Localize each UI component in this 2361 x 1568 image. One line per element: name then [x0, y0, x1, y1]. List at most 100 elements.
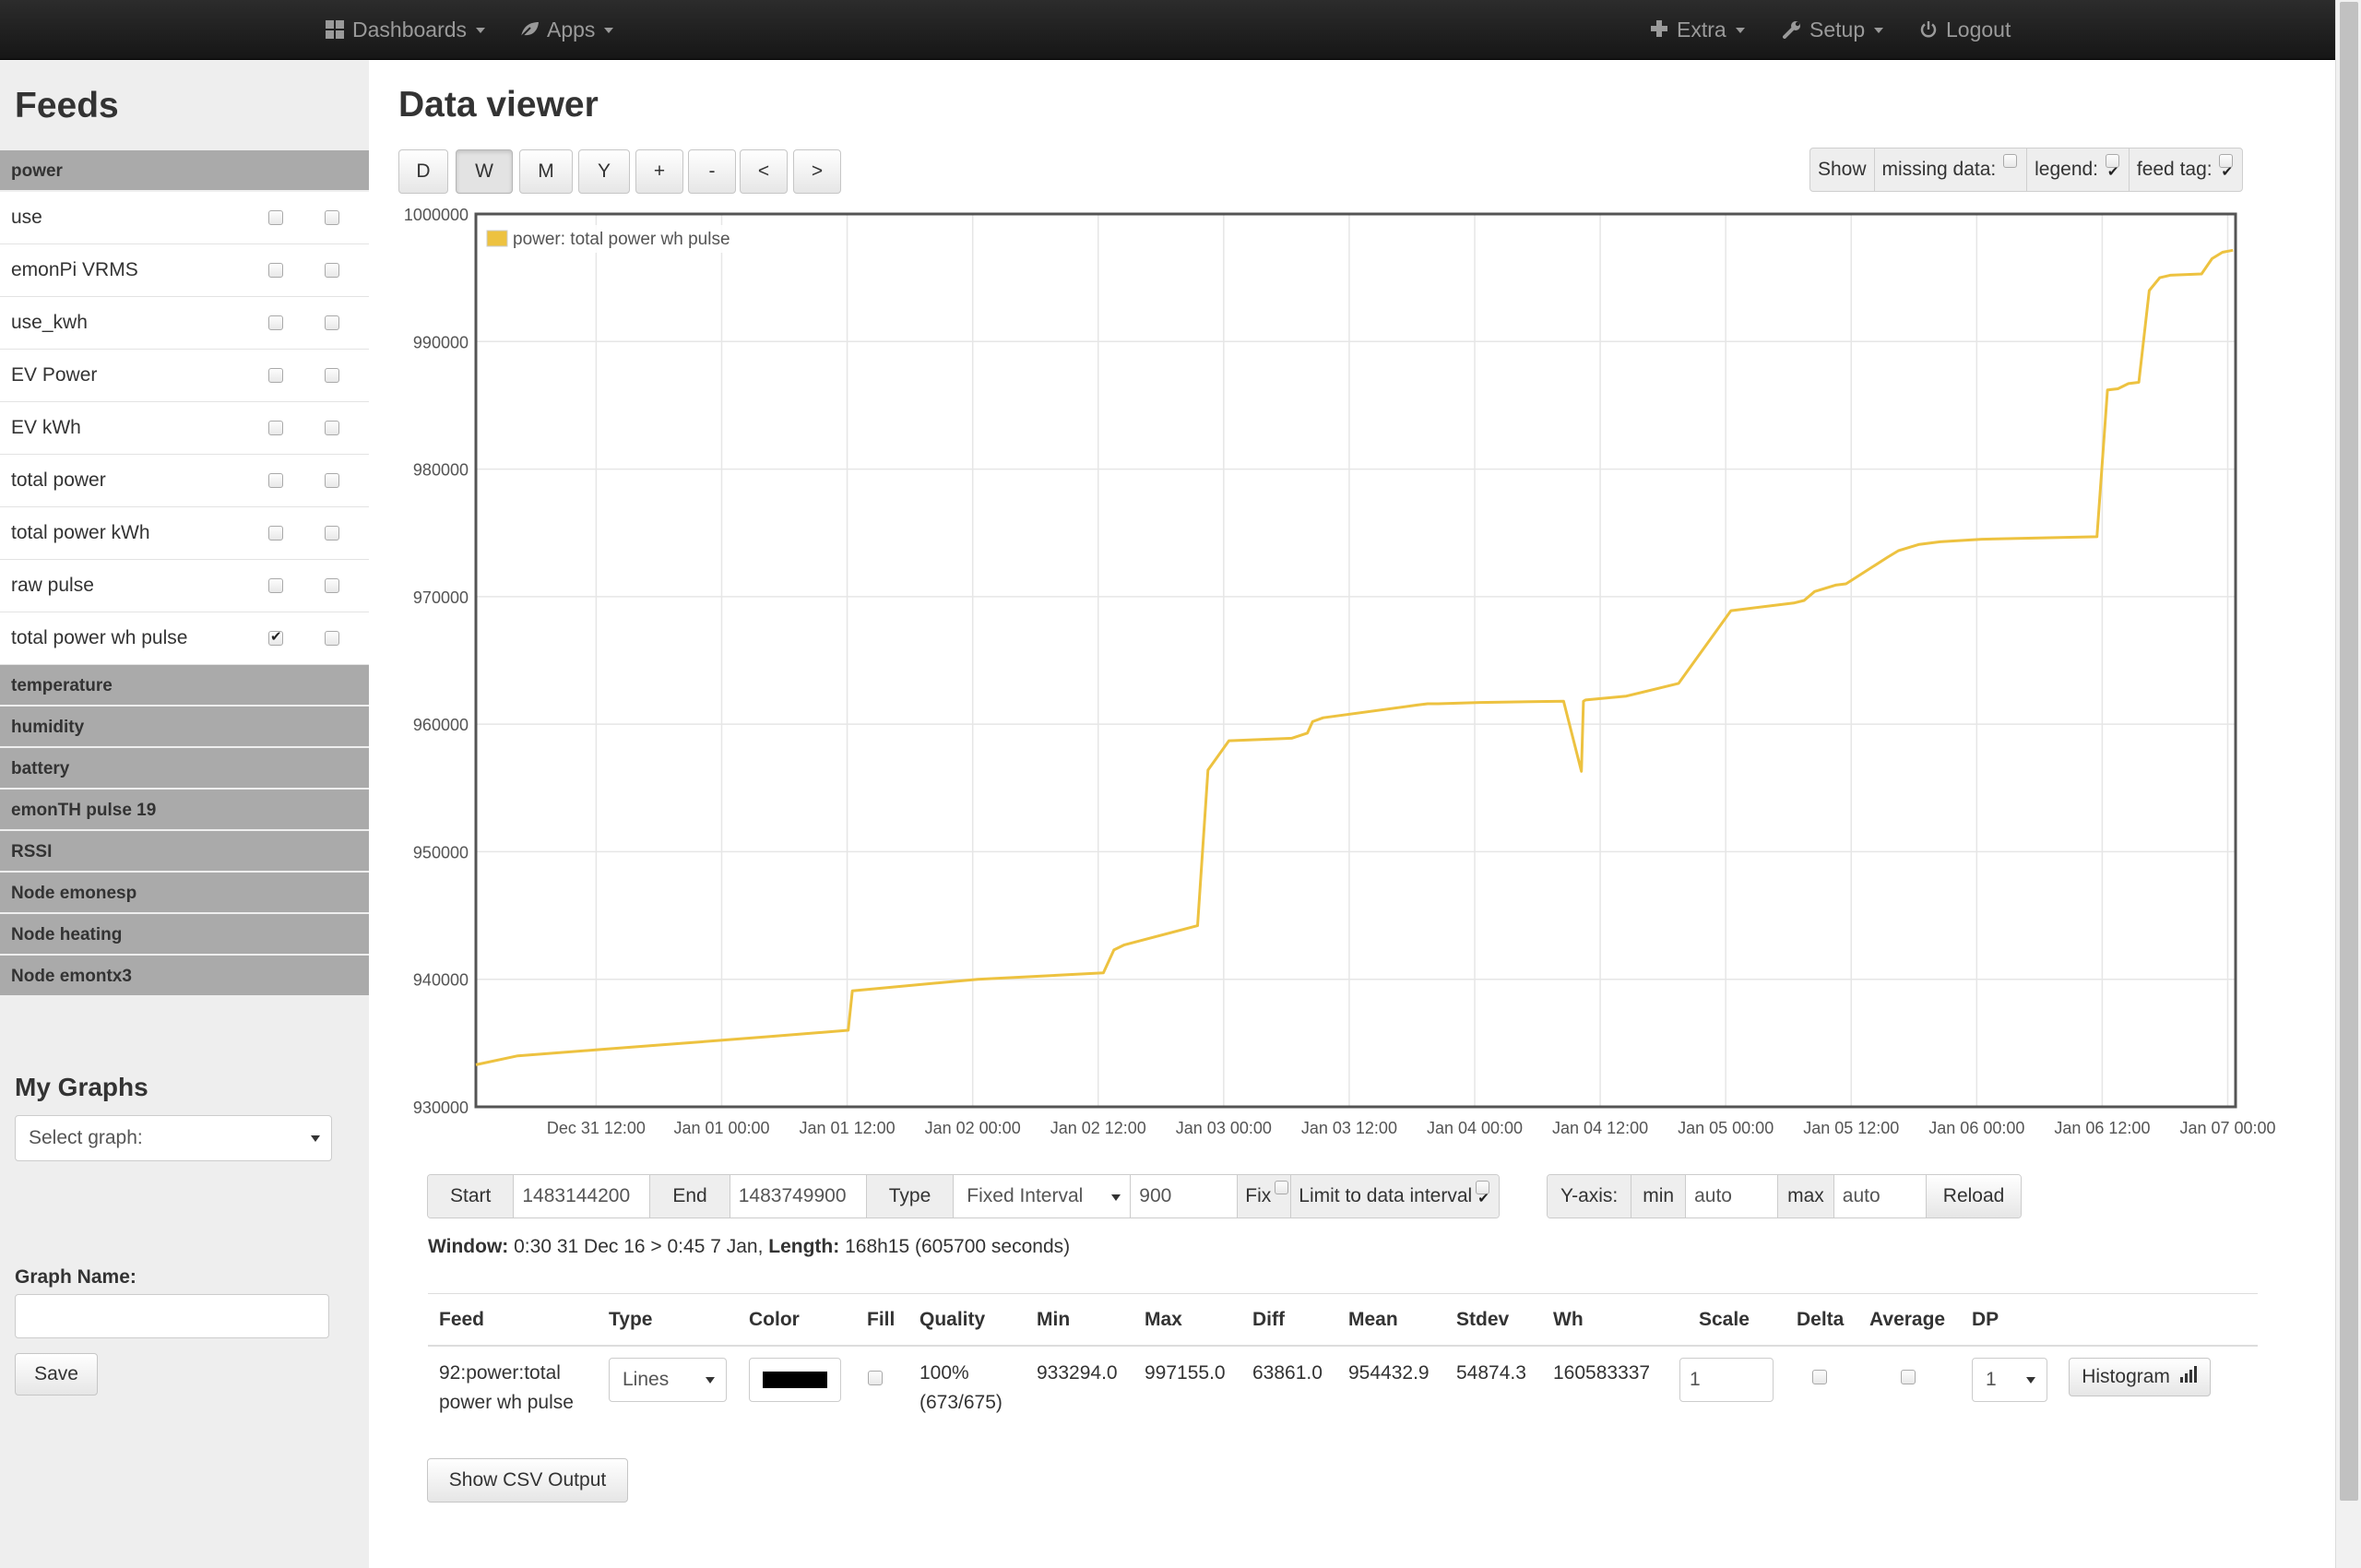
x-tick-label: Jan 06 00:00 — [1928, 1119, 2024, 1137]
y-tick-label: 930000 — [413, 1099, 469, 1117]
header-average: Average — [1869, 1309, 1946, 1330]
table-header: Feed Type Color Fill Quality Min Max Dif… — [428, 1293, 2258, 1347]
x-tick-label: Jan 06 12:00 — [2054, 1119, 2150, 1137]
header-fill: Fill — [867, 1309, 896, 1330]
caret-down-icon — [1111, 1194, 1121, 1201]
caret-down-icon — [2026, 1377, 2035, 1384]
y-tick-label: 950000 — [413, 843, 469, 861]
end-label: End — [650, 1175, 730, 1218]
plot-area-border — [474, 212, 2237, 1109]
type-label: Type — [866, 1175, 955, 1218]
mean-cell: 954432.9 — [1348, 1362, 1430, 1384]
dp-select-value: 1 — [1986, 1369, 1997, 1390]
stdev-cell: 54874.3 — [1456, 1362, 1526, 1384]
fill-checkbox[interactable] — [868, 1371, 883, 1385]
page-scrollbar[interactable] — [2335, 0, 2361, 1568]
y-tick-label: 960000 — [413, 716, 469, 734]
y-max-label: max — [1778, 1175, 1834, 1218]
series-line — [475, 248, 2234, 1066]
y-max-input[interactable]: auto — [1833, 1175, 1927, 1218]
wh-cell: 160583337 — [1553, 1362, 1651, 1384]
y-tick-label: 980000 — [413, 461, 469, 480]
y-min-input[interactable]: auto — [1686, 1175, 1779, 1218]
header-feed: Feed — [439, 1309, 485, 1330]
x-tick-label: Jan 02 12:00 — [1050, 1119, 1146, 1137]
legend-swatch — [486, 230, 508, 247]
x-tick-label: Jan 03 12:00 — [1301, 1119, 1397, 1137]
window-info: Window: 0:30 31 Dec 16 > 0:45 7 Jan, Len… — [428, 1236, 1070, 1258]
show-csv-output-button[interactable]: Show CSV Output — [427, 1458, 628, 1503]
x-tick-label: Jan 05 12:00 — [1803, 1119, 1899, 1137]
fix-label: Fix — [1245, 1185, 1272, 1206]
feed-cell-line1: 92:power:total — [439, 1362, 561, 1384]
color-picker[interactable] — [749, 1358, 841, 1402]
limit-interval-option[interactable]: Limit to data interval — [1291, 1175, 1500, 1218]
header-quality: Quality — [919, 1309, 986, 1330]
header-dp: DP — [1972, 1309, 1999, 1330]
start-label: Start — [428, 1175, 515, 1218]
chart-grid — [476, 213, 2236, 1108]
color-swatch — [763, 1372, 827, 1388]
histogram-button[interactable]: Histogram — [2069, 1358, 2211, 1396]
y-tick-label: 940000 — [413, 971, 469, 990]
x-tick-label: Jan 02 00:00 — [925, 1119, 1021, 1137]
x-tick-label: Dec 31 12:00 — [547, 1119, 646, 1137]
header-scale: Scale — [1699, 1309, 1750, 1330]
diff-cell: 63861.0 — [1252, 1362, 1323, 1384]
dp-select[interactable]: 1 — [1972, 1358, 2047, 1402]
length-label: Length: — [768, 1236, 840, 1257]
limit-interval-label: Limit to data interval — [1299, 1185, 1473, 1206]
header-type: Type — [609, 1309, 653, 1330]
y-tick-label: 990000 — [413, 333, 469, 351]
y-axis-label: Y-axis: — [1548, 1175, 1632, 1218]
caret-down-icon — [706, 1377, 715, 1384]
header-wh: Wh — [1553, 1309, 1584, 1330]
header-mean: Mean — [1348, 1309, 1398, 1330]
type-select-value: Lines — [623, 1369, 670, 1390]
end-input[interactable]: 1483749900 — [730, 1175, 867, 1218]
header-max: Max — [1145, 1309, 1182, 1330]
type-select[interactable]: Lines — [609, 1358, 727, 1402]
fix-checkbox[interactable] — [1275, 1181, 1289, 1194]
reload-button[interactable]: Reload — [1926, 1175, 2022, 1218]
graph-name-label: Graph Name: — [15, 1266, 136, 1288]
scrollbar-thumb[interactable] — [2340, 2, 2358, 1501]
y-min-label: min — [1631, 1175, 1687, 1218]
scale-input[interactable]: 1 — [1679, 1358, 1774, 1402]
header-diff: Diff — [1252, 1309, 1285, 1330]
chart-legend: power: total power wh pulse — [482, 225, 730, 253]
limit-interval-checkbox[interactable] — [1476, 1178, 1490, 1218]
header-stdev: Stdev — [1456, 1309, 1510, 1330]
feed-cell-line2: power wh pulse — [439, 1392, 574, 1413]
quality-line2: (673/675) — [919, 1392, 1003, 1413]
time-window-controls: Start 1483144200 End 1483749900 Type Fix… — [427, 1174, 1501, 1218]
header-delta: Delta — [1797, 1309, 1845, 1330]
y-axis-controls: Y-axis: min auto max auto Reload — [1547, 1174, 2023, 1218]
y-tick-label: 1000000 — [404, 206, 469, 224]
quality-line1: 100% — [919, 1362, 969, 1384]
data-chart[interactable]: 930000 940000 950000 960000 970000 980000 9900… — [0, 0, 2335, 1162]
legend-label: power: total power wh pulse — [513, 230, 730, 249]
fix-option[interactable]: Fix — [1238, 1175, 1292, 1218]
x-tick-label: Jan 01 00:00 — [673, 1119, 769, 1137]
min-cell: 933294.0 — [1037, 1362, 1118, 1384]
length-value: 168h15 (605700 seconds) — [845, 1236, 1071, 1257]
bar-chart-icon — [2179, 1359, 2198, 1396]
header-min: Min — [1037, 1309, 1071, 1330]
max-cell: 997155.0 — [1145, 1362, 1226, 1384]
average-checkbox[interactable] — [1901, 1370, 1916, 1384]
delta-checkbox[interactable] — [1812, 1370, 1827, 1384]
window-value: 0:30 31 Dec 16 > 0:45 7 Jan, — [514, 1236, 764, 1257]
x-tick-label: Jan 07 00:00 — [2179, 1119, 2275, 1137]
header-color: Color — [749, 1309, 800, 1330]
y-axis-ticks: 930000 940000 950000 960000 970000 980000 9900… — [404, 206, 469, 1117]
start-input[interactable]: 1483144200 — [514, 1175, 651, 1218]
interval-type-select[interactable]: Fixed Interval — [954, 1175, 1132, 1218]
save-graph-button[interactable]: Save — [15, 1353, 98, 1396]
x-tick-label: Jan 05 00:00 — [1678, 1119, 1774, 1137]
interval-type-value: Fixed Interval — [967, 1185, 1084, 1206]
x-axis-ticks: Dec 31 12:00 Jan 01 00:00 Jan 01 12:00 Jan … — [547, 1119, 2276, 1137]
interval-input[interactable]: 900 — [1131, 1175, 1239, 1218]
y-tick-label: 970000 — [413, 588, 469, 607]
graph-name-input[interactable] — [15, 1294, 329, 1338]
